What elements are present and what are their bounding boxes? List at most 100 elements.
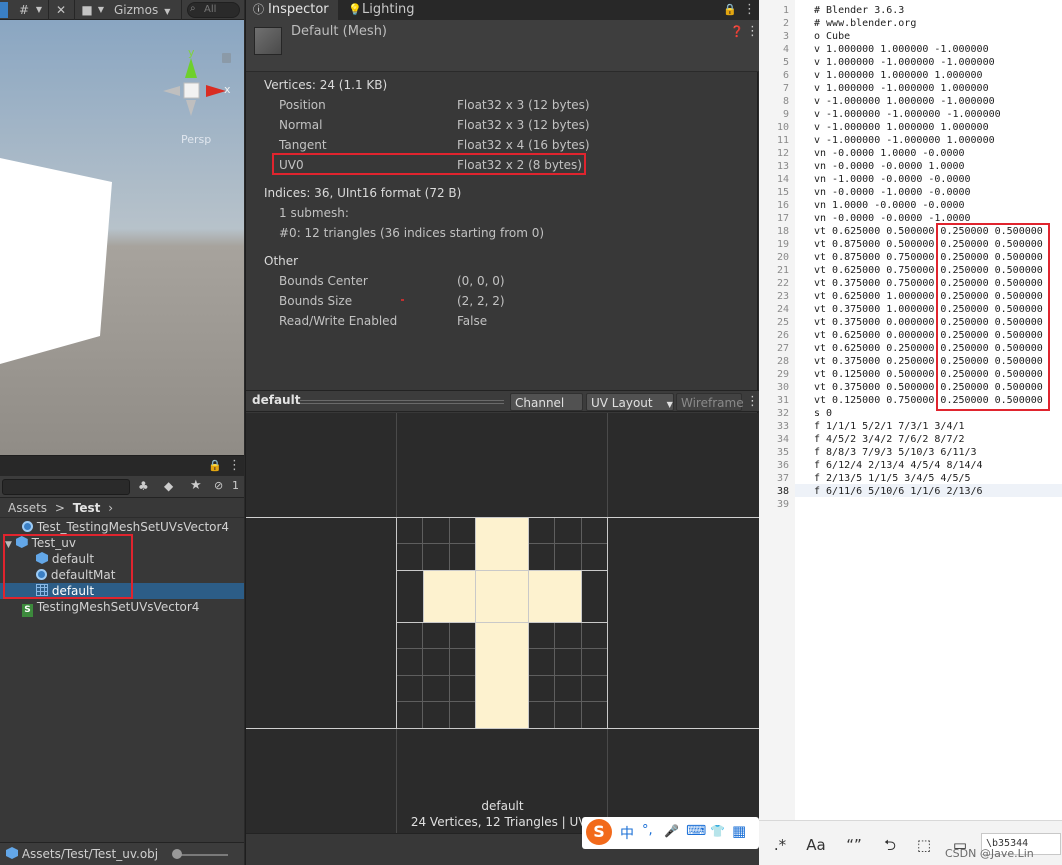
line-number: 10 (776, 122, 789, 133)
ime-apps-icon[interactable]: ▦ (732, 822, 746, 840)
line-number: 28 (776, 356, 789, 367)
hidden-count: 1 (232, 479, 239, 492)
tab-inspector[interactable]: ⓘ Inspector (246, 0, 338, 20)
line-number: 14 (776, 174, 789, 185)
star-icon[interactable]: ★ (190, 478, 202, 493)
code-line[interactable]: v 1.000000 -1.000000 -1.000000 (814, 56, 995, 69)
code-line[interactable]: # www.blender.org (814, 17, 916, 30)
code-line[interactable]: vn -0.0000 1.0000 -0.0000 (814, 147, 965, 160)
code-line[interactable]: f 6/11/6 5/10/6 1/1/6 2/13/6 (814, 485, 983, 498)
line-number: 19 (776, 239, 789, 250)
code-line[interactable]: v -1.000000 1.000000 -1.000000 (814, 95, 995, 108)
attribute-format: Float32 x 3 (12 bytes) (457, 118, 590, 132)
camera-icon[interactable]: ■ (78, 2, 96, 18)
code-line[interactable]: f 2/13/5 1/1/5 3/4/5 4/5/5 (814, 472, 971, 485)
sogou-logo-icon[interactable]: S (586, 819, 612, 845)
project-search-input[interactable] (2, 479, 130, 495)
inspector-panel: ⓘ Inspector 💡 Lighting 🔒 ⋮ Default (Mesh… (245, 0, 759, 865)
code-line[interactable]: v -1.000000 -1.000000 -1.000000 (814, 108, 1001, 121)
code-line[interactable]: f 1/1/1 5/2/1 7/3/1 3/4/1 (814, 420, 965, 433)
highlight-box (272, 153, 586, 175)
other-header: Other (264, 254, 299, 268)
line-number: 20 (776, 252, 789, 263)
code-line[interactable]: v -1.000000 -1.000000 1.000000 (814, 134, 995, 147)
layout-dropdown[interactable]: UV Layout ▼ (586, 393, 674, 411)
code-line[interactable]: vn -0.0000 -0.0000 1.0000 (814, 160, 965, 173)
tab-lighting[interactable]: 💡 Lighting (340, 0, 430, 20)
vertices-header: Vertices: 24 (1.1 KB) (264, 78, 388, 92)
line-number: 21 (776, 265, 789, 276)
chevron-down-icon[interactable]: ▼ (34, 2, 44, 18)
preview-resize-handle[interactable] (300, 400, 504, 404)
lock-icon[interactable]: 🔒 (723, 3, 737, 16)
wireframe-toggle[interactable]: Wireframe (676, 393, 744, 411)
breadcrumb-separator: > (54, 501, 65, 515)
text-editor[interactable]: 1 2 3 4 5 6 7 8 9 10 11 12 13 14 15 16 17 18 19 20 21 22 23 24 2… (759, 0, 1062, 865)
list-item[interactable]: S TestingMeshSetUVsVector4 (0, 599, 244, 617)
code-line[interactable]: o Cube (814, 30, 850, 43)
lock-icon[interactable]: 🔒 (208, 459, 222, 472)
uv-layout-preview[interactable]: default 24 Vertices, 12 Triangles | UV1 (246, 413, 759, 833)
line-number: 17 (776, 213, 789, 224)
icon-size-slider-handle[interactable] (172, 849, 182, 859)
grid-snap-icon[interactable]: # (14, 2, 34, 18)
chevron-down-icon[interactable]: ▼ (96, 2, 106, 18)
list-item[interactable]: Test_TestingMeshSetUVsVector4 (0, 519, 244, 535)
whole-word-toggle[interactable]: “” (839, 833, 869, 857)
more-menu-icon[interactable]: ⋮ (743, 2, 756, 17)
microphone-icon[interactable]: 🎤 (664, 824, 679, 838)
more-menu-icon[interactable]: ⋮ (746, 24, 759, 39)
watermark: CSDN @Jave.Lin (945, 847, 1034, 860)
code-line[interactable]: # Blender 3.6.3 (814, 4, 904, 17)
scene-viewport[interactable]: y x Persp (0, 20, 244, 455)
wrap-toggle[interactable]: ⮌ (875, 833, 905, 857)
gizmos-button[interactable]: Gizmos ▼ (110, 2, 176, 18)
code-line[interactable]: v 1.000000 1.000000 1.000000 (814, 69, 983, 82)
more-menu-icon[interactable]: ⋮ (746, 394, 759, 409)
line-number-gutter: 1 2 3 4 5 6 7 8 9 10 11 12 13 14 15 16 17 18 19 20 21 22 23 24 2… (759, 0, 795, 820)
tab-inspector-label: Inspector (268, 2, 329, 17)
in-selection-toggle[interactable]: ⬚ (909, 833, 939, 857)
scene-toolbar: # ▼ ✕ ■ ▼ Gizmos ▼ All ⌕ (0, 0, 244, 20)
filter-type-icon[interactable]: ♣ (138, 479, 149, 493)
match-case-toggle[interactable]: Aa (801, 833, 831, 857)
highlight-box (936, 223, 1050, 411)
ime-chinese-mode[interactable]: 中 (620, 823, 634, 843)
code-line[interactable]: f 4/5/2 3/4/2 7/6/2 8/7/2 (814, 433, 965, 446)
ime-punct-mode[interactable]: °, (642, 823, 653, 838)
skin-shirt-icon[interactable]: 👕 (710, 824, 725, 838)
other-value: (0, 0, 0) (457, 274, 505, 288)
hidden-eye-icon[interactable]: ⊘ (214, 479, 223, 492)
code-line[interactable]: v -1.000000 1.000000 1.000000 (814, 121, 989, 134)
chevron-down-icon: ▼ (164, 7, 171, 16)
lock-icon[interactable] (222, 53, 231, 63)
code-line[interactable]: v 1.000000 -1.000000 1.000000 (814, 82, 989, 95)
more-menu-icon[interactable]: ⋮ (228, 458, 241, 473)
code-line[interactable]: vn 1.0000 -0.0000 -0.0000 (814, 199, 965, 212)
channel-dropdown[interactable]: Channel 0▼ (510, 393, 583, 428)
persp-label[interactable]: Persp (181, 133, 211, 146)
inspector-title: Default (Mesh) (291, 24, 388, 39)
orientation-gizmo[interactable] (163, 58, 226, 116)
breadcrumb-current[interactable]: Test (73, 501, 101, 515)
label-tag-icon[interactable]: ◆ (164, 479, 173, 493)
regex-toggle[interactable]: .* (765, 833, 795, 857)
project-footer: Assets/Test/Test_uv.obj (0, 842, 244, 865)
line-number: 2 (782, 18, 789, 29)
scene-tab-edge[interactable] (0, 2, 8, 18)
code-line[interactable]: v 1.000000 1.000000 -1.000000 (814, 43, 989, 56)
prefab-icon (6, 847, 18, 859)
line-number: 26 (776, 330, 789, 341)
list-item-label: TestingMeshSetUVsVector4 (36, 600, 200, 614)
icon-size-slider-track[interactable] (178, 854, 228, 856)
breadcrumb-root[interactable]: Assets (8, 501, 47, 515)
code-line[interactable]: vn -1.0000 -0.0000 -0.0000 (814, 173, 971, 186)
keyboard-icon[interactable]: ⌨ (686, 823, 706, 839)
line-number: 37 (776, 473, 789, 484)
code-line[interactable]: f 6/12/4 2/13/4 4/5/4 8/14/4 (814, 459, 983, 472)
help-icon[interactable]: ❓ (730, 25, 744, 38)
code-line[interactable]: f 8/8/3 7/9/3 5/10/3 6/11/3 (814, 446, 977, 459)
code-line[interactable]: s 0 (814, 407, 832, 420)
tools-icon[interactable]: ✕ (52, 2, 70, 18)
code-line[interactable]: vn -0.0000 -1.0000 -0.0000 (814, 186, 971, 199)
